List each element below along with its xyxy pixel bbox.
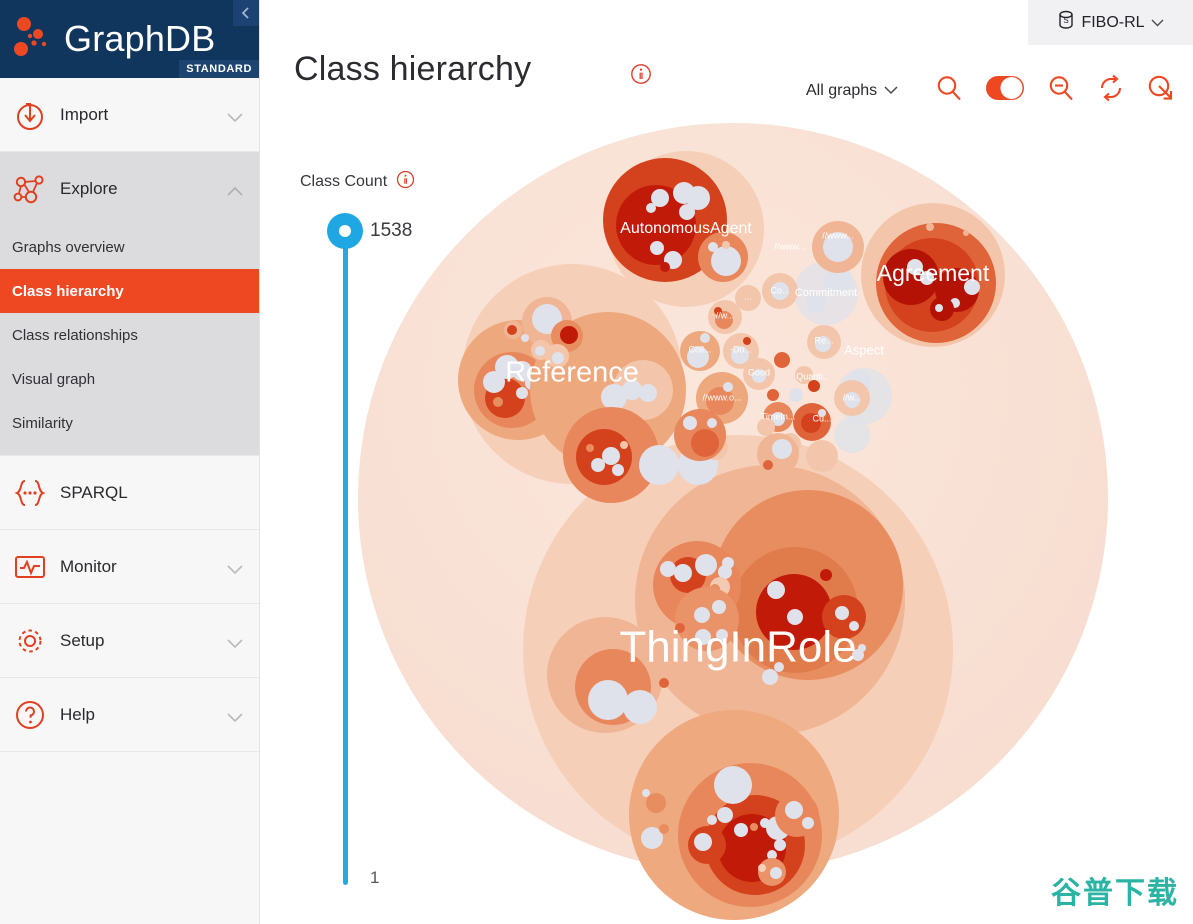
sidebar-item-sparql[interactable]: SPARQL xyxy=(0,456,259,529)
sidebar-subitem-label: Graphs overview xyxy=(12,238,125,256)
sidebar-group-setup: Setup xyxy=(0,604,259,678)
graphdb-nodes-logo xyxy=(10,13,62,65)
chevron-left-icon xyxy=(241,7,249,19)
sidebar-item-setup[interactable]: Setup xyxy=(0,604,259,677)
chevron-down-icon xyxy=(227,710,243,722)
sidebar-item-class-hierarchy[interactable]: Class hierarchy xyxy=(0,269,259,313)
chevron-down-icon xyxy=(227,636,243,648)
sidebar-item-label: Setup xyxy=(60,630,105,650)
chevron-up-icon xyxy=(227,184,243,196)
watermark: 谷普下载 xyxy=(1051,876,1179,911)
sidebar-group-help: Help xyxy=(0,678,259,752)
graphdb-app: GraphDB STANDARD Import Explore Graphs o… xyxy=(0,0,1193,924)
class-count-legend: Class Count xyxy=(300,170,415,194)
legend-label: Class Count xyxy=(300,173,388,190)
slider-min-value: 1 xyxy=(370,868,380,887)
sidebar-group-explore: Explore Graphs overview Class hierarchy … xyxy=(0,152,259,456)
sidebar-item-label: Help xyxy=(60,704,95,724)
sparql-braces-icon xyxy=(12,475,48,511)
sidebar-item-similarity[interactable]: Similarity xyxy=(0,401,259,445)
monitor-pulse-icon xyxy=(12,549,48,585)
brand-header: GraphDB STANDARD xyxy=(0,0,259,78)
class-count-slider-handle[interactable] xyxy=(327,213,363,249)
sidebar-item-visual-graph[interactable]: Visual graph xyxy=(0,357,259,401)
sidebar-item-label: Import xyxy=(60,104,109,124)
gear-icon xyxy=(12,623,48,659)
sidebar-subnav-explore: Graphs overview Class hierarchy Class re… xyxy=(0,225,259,455)
sidebar: GraphDB STANDARD Import Explore Graphs o… xyxy=(0,0,260,924)
sidebar-group-monitor: Monitor xyxy=(0,530,259,604)
explore-graph-icon xyxy=(12,171,48,207)
help-question-icon xyxy=(12,697,48,733)
sidebar-subitem-label: Class relationships xyxy=(12,326,138,344)
sidebar-item-label: Monitor xyxy=(60,556,117,576)
info-icon[interactable] xyxy=(396,170,415,194)
class-count-slider-track[interactable] xyxy=(343,231,348,885)
sidebar-collapse-button[interactable] xyxy=(233,0,259,26)
sidebar-item-explore[interactable]: Explore xyxy=(0,152,259,225)
brand-name: GraphDB xyxy=(64,18,216,59)
chevron-down-icon xyxy=(227,562,243,574)
slider-max-value: 1538 xyxy=(370,220,413,241)
sidebar-item-label: SPARQL xyxy=(60,482,128,502)
sidebar-item-label: Explore xyxy=(60,178,118,198)
sidebar-item-help[interactable]: Help xyxy=(0,678,259,751)
sidebar-item-class-relationships[interactable]: Class relationships xyxy=(0,313,259,357)
chevron-down-icon xyxy=(1151,14,1164,32)
sidebar-item-monitor[interactable]: Monitor xyxy=(0,530,259,603)
sidebar-subitem-label: Similarity xyxy=(12,414,73,432)
sidebar-group-import: Import xyxy=(0,78,259,152)
brand-edition: STANDARD xyxy=(179,60,259,78)
sidebar-subitem-label: Class hierarchy xyxy=(12,282,124,300)
sidebar-group-sparql: SPARQL xyxy=(0,456,259,530)
svg-text:S: S xyxy=(1064,16,1069,25)
chevron-down-icon xyxy=(227,110,243,122)
sidebar-item-import[interactable]: Import xyxy=(0,78,259,151)
sidebar-subitem-label: Visual graph xyxy=(12,370,96,388)
database-cylinder-icon: S xyxy=(1057,10,1075,35)
import-icon xyxy=(12,97,48,133)
database-name: FIBO-RL xyxy=(1081,13,1145,31)
database-selector[interactable]: S FIBO-RL xyxy=(1028,0,1193,45)
sidebar-item-graphs-overview[interactable]: Graphs overview xyxy=(0,225,259,269)
